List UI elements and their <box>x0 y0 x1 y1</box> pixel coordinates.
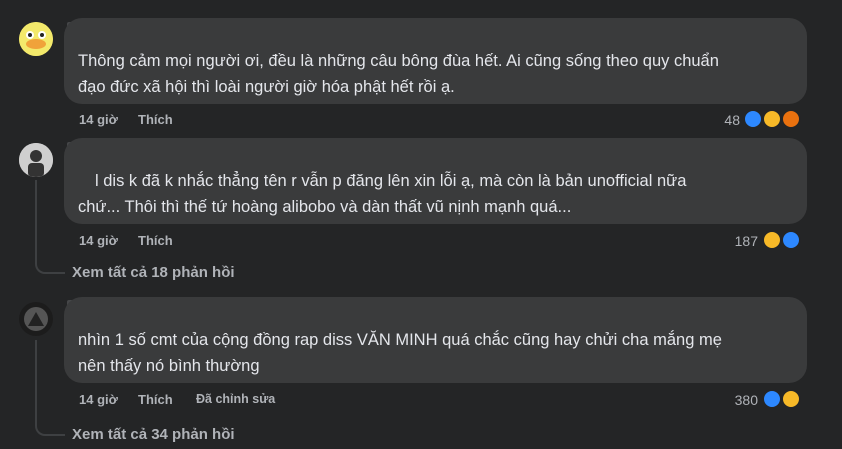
comment-time[interactable]: 14 giờ <box>79 233 118 248</box>
view-replies-link[interactable]: Xem tất cả 18 phản hồi <box>72 264 235 281</box>
comment-text-line: Thông cảm mọi người ơi, đều là những câu… <box>78 52 719 70</box>
comment-time[interactable]: 14 giờ <box>79 112 118 127</box>
duck-avatar-icon <box>19 22 53 56</box>
haha-icon <box>762 109 782 129</box>
reaction-count[interactable]: 187 <box>718 233 758 249</box>
thread-line <box>35 180 37 264</box>
avatar-duck[interactable] <box>19 22 53 56</box>
view-replies-link[interactable]: Xem tất cả 34 phản hồi <box>72 426 235 443</box>
thread-line <box>35 340 37 424</box>
edited-label: Đã chỉnh sửa <box>196 392 276 406</box>
reply-connector <box>35 258 65 274</box>
like-icon <box>781 230 801 250</box>
comment-text-line: nên thấy nó bình thường <box>78 357 260 375</box>
like-icon <box>762 389 782 409</box>
person-avatar-icon <box>19 143 53 177</box>
comment-text-line: l dis k đã k nhắc thẳng tên r vẫn p đăng… <box>95 172 687 190</box>
like-icon <box>743 109 763 129</box>
avatar-person[interactable] <box>19 143 53 177</box>
reaction-count[interactable]: 380 <box>718 392 758 408</box>
comment-time[interactable]: 14 giờ <box>79 392 118 407</box>
like-button[interactable]: Thích <box>138 233 173 248</box>
haha-icon <box>781 389 801 409</box>
comment-text-line: nhìn 1 số cmt của cộng đồng rap diss VĂN… <box>78 331 722 349</box>
reaction-count[interactable]: 48 <box>700 112 740 128</box>
angry-icon <box>781 109 801 129</box>
like-button[interactable]: Thích <box>138 392 173 407</box>
comment-text-line: đạo đức xã hội thì loài người giờ hóa ph… <box>78 78 455 96</box>
comment-text-line: chứ... Thôi thì thế tứ hoàng alibobo và … <box>78 198 572 216</box>
dark-avatar-icon <box>19 302 53 336</box>
avatar-dark[interactable] <box>19 302 53 336</box>
haha-icon <box>762 230 782 250</box>
like-button[interactable]: Thích <box>138 112 173 127</box>
reply-connector <box>35 420 65 436</box>
